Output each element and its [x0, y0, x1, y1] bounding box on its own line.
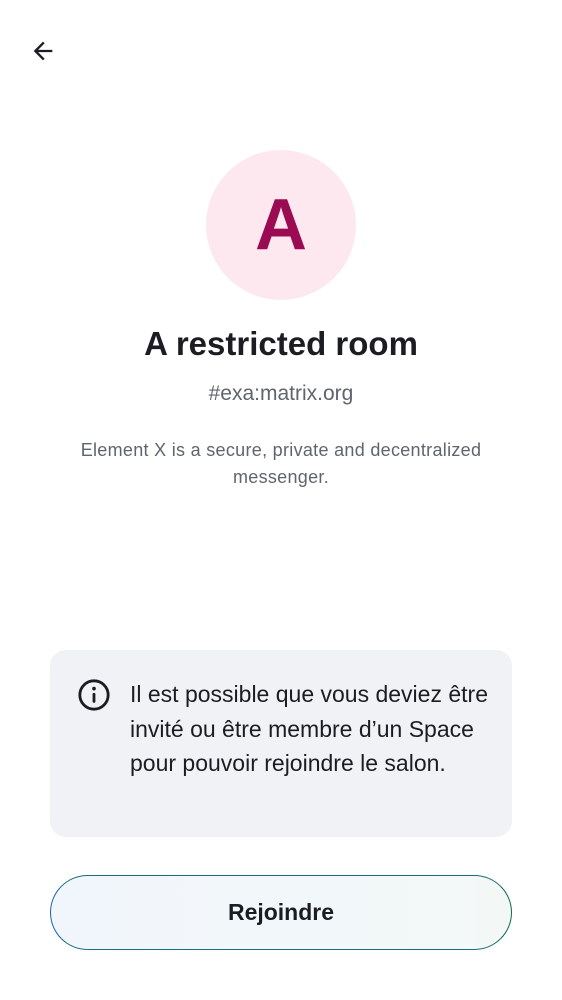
room-avatar: A [206, 150, 356, 300]
arrow-left-icon [33, 41, 53, 61]
avatar-initial: A [255, 185, 307, 265]
restricted-notice-text: Il est possible que vous deviez être inv… [130, 681, 488, 776]
join-room-screen: A A restricted room #exa:matrix.org Elem… [0, 0, 562, 1000]
restricted-notice-card: Il est possible que vous deviez être inv… [50, 650, 512, 837]
join-button[interactable]: Rejoindre [50, 875, 512, 950]
back-button[interactable] [18, 26, 68, 76]
room-alias: #exa:matrix.org [208, 382, 354, 405]
room-description: Element X is a secure, private and decen… [80, 440, 482, 487]
room-title: A restricted room [144, 325, 418, 362]
info-icon [78, 679, 110, 711]
